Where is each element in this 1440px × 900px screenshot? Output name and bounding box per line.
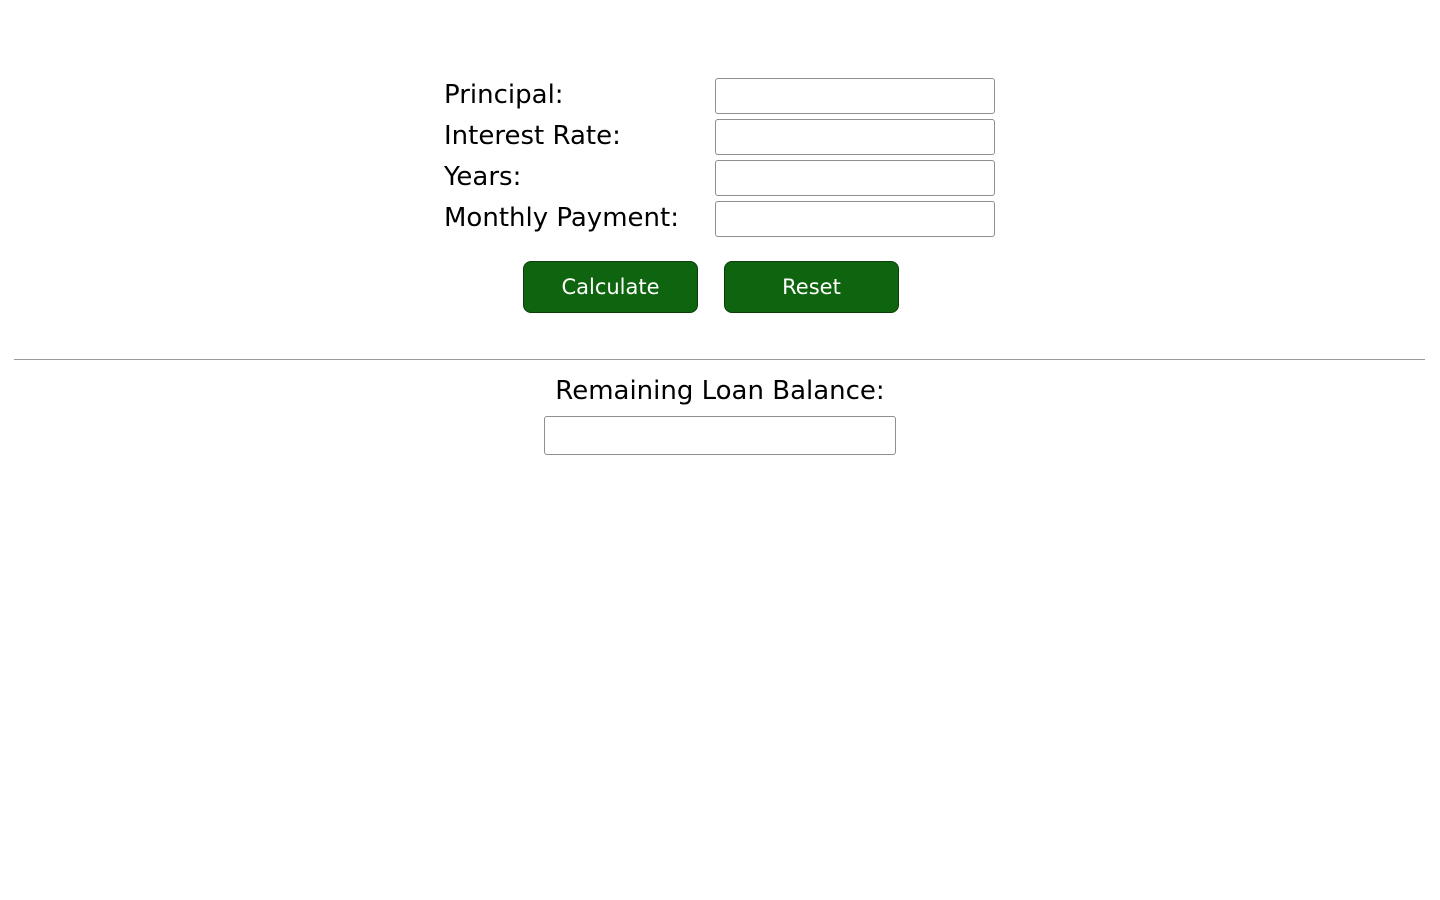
interest-rate-label: Interest Rate: <box>444 121 621 151</box>
principal-row: Principal: <box>444 77 996 118</box>
remaining-balance-label: Remaining Loan Balance: <box>555 376 885 406</box>
years-row: Years: <box>444 159 996 200</box>
loan-form: Principal: Interest Rate: Years: Monthly… <box>444 77 996 241</box>
years-input[interactable] <box>715 160 995 196</box>
principal-input[interactable] <box>715 78 995 114</box>
interest-rate-row: Interest Rate: <box>444 118 996 159</box>
calculate-button[interactable]: Calculate <box>523 261 698 313</box>
years-label: Years: <box>444 162 522 192</box>
interest-rate-input[interactable] <box>715 119 995 155</box>
principal-label: Principal: <box>444 80 564 110</box>
remaining-balance-input[interactable] <box>544 416 896 455</box>
monthly-payment-row: Monthly Payment: <box>444 200 996 241</box>
monthly-payment-label: Monthly Payment: <box>444 203 679 233</box>
reset-button[interactable]: Reset <box>724 261 899 313</box>
divider <box>14 359 1425 360</box>
monthly-payment-input[interactable] <box>715 201 995 237</box>
